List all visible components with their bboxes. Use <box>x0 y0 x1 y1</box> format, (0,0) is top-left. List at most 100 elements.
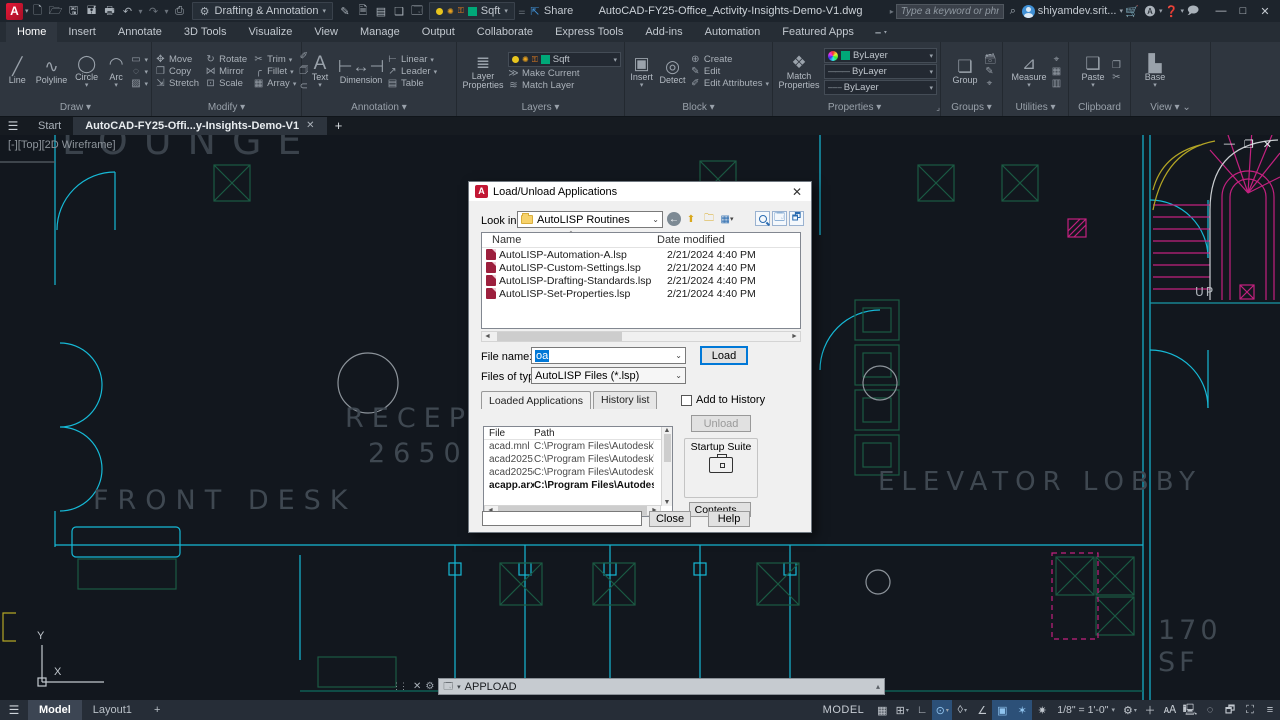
app-store-cart-icon[interactable]: 🛒 <box>1123 5 1141 18</box>
graphics-performance-icon[interactable]: 🗗 <box>1220 700 1240 720</box>
tab-manage[interactable]: Manage <box>349 22 411 42</box>
undo-icon[interactable]: ↶ <box>119 5 137 18</box>
panel-title-properties[interactable]: Properties ▾ ⌟ <box>773 101 940 116</box>
calculator-icon[interactable]: ▤ <box>372 5 390 18</box>
dialog-title-bar[interactable]: A Load/Unload Applications ✕ <box>469 182 811 201</box>
doc-minimize-icon[interactable]: — <box>1224 138 1235 151</box>
rectangle-icon[interactable]: ▭ <box>130 54 141 65</box>
annotation-autoscale-icon[interactable]: ✷ <box>1032 700 1052 720</box>
file-row[interactable]: AutoLISP-Custom-Settings.lsp 2/21/2024 4… <box>482 261 800 274</box>
leader-button[interactable]: ↗Leader ▾ <box>387 66 437 77</box>
model-tab[interactable]: Model <box>28 700 82 720</box>
pen-icon[interactable]: ✎ <box>336 5 354 18</box>
help-button[interactable]: Help <box>708 511 750 527</box>
copy-clip-icon[interactable]: ❐ <box>1111 60 1122 71</box>
files-of-type-combo[interactable]: AutoLISP Files (*.lsp) ⌄ <box>531 367 686 384</box>
share-icon[interactable]: ⇱ <box>526 5 544 18</box>
file-list-hscrollbar[interactable]: ◄ ► <box>481 331 801 342</box>
edit-attributes-button[interactable]: ✐Edit Attributes ▾ <box>690 78 769 89</box>
move-button[interactable]: ✥Move <box>155 54 199 65</box>
mirror-button[interactable]: ⋈Mirror <box>205 66 247 77</box>
scroll-right-icon[interactable]: ► <box>789 333 800 340</box>
add-to-history-field[interactable]: Add to History <box>681 394 765 406</box>
loaded-row[interactable]: acapp.arx C:\Program Files\Autodesk\Auto… <box>484 479 672 492</box>
file-row[interactable]: AutoLISP-Automation-A.lsp 2/21/2024 4:40… <box>482 248 800 261</box>
tab-annotate[interactable]: Annotate <box>107 22 173 42</box>
workspace-switcher[interactable]: ⚙ Drafting & Annotation ▾ <box>192 2 333 20</box>
loaded-row[interactable]: acad2025do... C:\Program Files\Autodesk\… <box>484 466 672 479</box>
new-folder-icon[interactable]: 🗀 <box>701 211 717 227</box>
polyline-button[interactable]: ∿ Polyline <box>33 57 69 85</box>
isodraft-icon[interactable]: ◊▾ <box>952 700 972 720</box>
add-favorites-icon[interactable]: 🗗 <box>789 211 804 226</box>
layout1-tab[interactable]: Layout1 <box>82 700 143 720</box>
command-customize-icon[interactable]: ⚙ <box>425 681 434 692</box>
up-one-level-icon[interactable]: ⬆ <box>683 211 699 227</box>
lineweight-combo[interactable]: ——— ByLayer ▾ <box>824 64 937 79</box>
autodesk-assistant-icon[interactable]: 🅐 <box>1141 3 1159 19</box>
tab-view[interactable]: View <box>303 22 349 42</box>
tab-add-ins[interactable]: Add-ins <box>634 22 693 42</box>
command-input[interactable]: 🗔 ▾ APPLOAD ▴ <box>438 678 885 695</box>
search-icon[interactable]: ⌕ <box>1004 5 1022 18</box>
file-row[interactable]: AutoLISP-Drafting-Standards.lsp 2/21/202… <box>482 274 800 287</box>
loaded-list-vscrollbar[interactable]: ▲ ▼ <box>661 427 672 506</box>
stretch-button[interactable]: ⇲Stretch <box>155 78 199 89</box>
tab-history-list[interactable]: History list <box>593 391 657 409</box>
help-icon[interactable]: ❓ <box>1162 5 1180 18</box>
loaded-row[interactable]: acad.mnl C:\Program Files\Autodesk\AutoC… <box>484 440 672 453</box>
paste-button[interactable]: ❑ Paste ▾ <box>1077 54 1109 90</box>
edit-block-button[interactable]: ✎Edit <box>690 66 769 77</box>
polar-tracking-icon[interactable]: ⊙▾ <box>932 700 952 720</box>
panel-title-modify[interactable]: Modify ▾ <box>152 101 301 116</box>
user-name[interactable]: shiyamdev.srit... <box>1035 5 1120 17</box>
views-icon[interactable]: ▦▾ <box>719 211 735 227</box>
customization-menu-icon[interactable]: ≡ <box>1260 700 1280 720</box>
isolate-objects-icon[interactable]: ◌ <box>1200 700 1220 720</box>
dialog-close-icon[interactable]: ✕ <box>789 185 805 199</box>
layout-menu-icon[interactable]: ☰ <box>0 700 28 720</box>
loaded-row[interactable]: acad2025.L... C:\Program Files\Autodesk\… <box>484 453 672 466</box>
quick-layer-control[interactable]: ✺ ⚿ Sqft ▾ <box>429 2 515 20</box>
redo-icon[interactable]: ↷ <box>145 5 163 18</box>
file-tab-menu-icon[interactable]: ☰ <box>0 117 26 135</box>
arc-button[interactable]: ◠ Arc ▾ <box>104 54 129 90</box>
save-icon[interactable]: 🖫 <box>65 2 83 21</box>
open-folder-icon[interactable]: 🗁 <box>47 2 65 21</box>
copy-button[interactable]: ❐Copy <box>155 66 199 77</box>
search-input[interactable] <box>896 4 1004 19</box>
clean-screen-icon[interactable]: ⛶ <box>1240 700 1260 720</box>
layer-properties-button[interactable]: ≣ Layer Properties <box>460 53 506 91</box>
drawing-canvas[interactable]: [-][Top][2D Wireframe] — ❐ ✕ LOUNGE RECE… <box>0 135 1280 700</box>
measure-button[interactable]: ⊿ Measure ▾ <box>1009 54 1049 90</box>
layer-combo[interactable]: ✺ ⚿ Sqft ▾ <box>508 52 621 67</box>
annotation-visibility-icon[interactable]: ✶ <box>1012 700 1032 720</box>
panel-title-clipboard[interactable]: Clipboard <box>1069 101 1130 116</box>
viewport-controls[interactable]: [-][Top][2D Wireframe] <box>8 139 116 151</box>
panel-title-view[interactable]: View ▾ ⌄ <box>1131 101 1210 116</box>
doc-close-icon[interactable]: ✕ <box>1263 138 1272 151</box>
text-button[interactable]: A Text ▾ <box>305 54 335 90</box>
panel-title-block[interactable]: Block ▾ <box>625 101 772 116</box>
save-as-icon[interactable]: 🖬 <box>83 2 101 21</box>
new-tab-button[interactable]: + <box>327 117 351 135</box>
file-name-input[interactable]: oa ⌄ <box>531 347 686 364</box>
unload-button[interactable]: Unload <box>691 415 751 432</box>
linetype-combo[interactable]: – – – ByLayer ▾ <box>824 80 937 95</box>
file-row[interactable]: AutoLISP-Set-Properties.lsp 2/21/2024 4:… <box>482 287 800 300</box>
trim-button[interactable]: ✂Trim ▾ <box>253 54 296 65</box>
tab-output[interactable]: Output <box>411 22 466 42</box>
annotation-scale-control[interactable]: 1/8" = 1'-0"▾ <box>1052 704 1120 716</box>
workspace-gear-icon[interactable]: ⚙▾ <box>1120 700 1140 720</box>
panel-title-draw[interactable]: Draw ▾ <box>0 101 151 116</box>
line-button[interactable]: ╱ Line <box>3 57 31 85</box>
tab-insert[interactable]: Insert <box>57 22 107 42</box>
tab-document[interactable]: AutoCAD-FY25-Offi...y-Insights-Demo-V1 ✕ <box>73 117 326 135</box>
create-block-button[interactable]: ⊕Create <box>690 54 769 65</box>
group-select-icon[interactable]: ⌖ <box>984 78 995 89</box>
linear-button[interactable]: ⊢Linear ▾ <box>387 54 437 65</box>
fillet-button[interactable]: ╭Fillet ▾ <box>253 66 296 77</box>
file-list[interactable]: Name ⌃ Date modified AutoLISP-Automation… <box>481 232 801 329</box>
properties-icon[interactable]: 🗔 <box>408 2 426 21</box>
tab-home[interactable]: Home <box>6 22 57 42</box>
